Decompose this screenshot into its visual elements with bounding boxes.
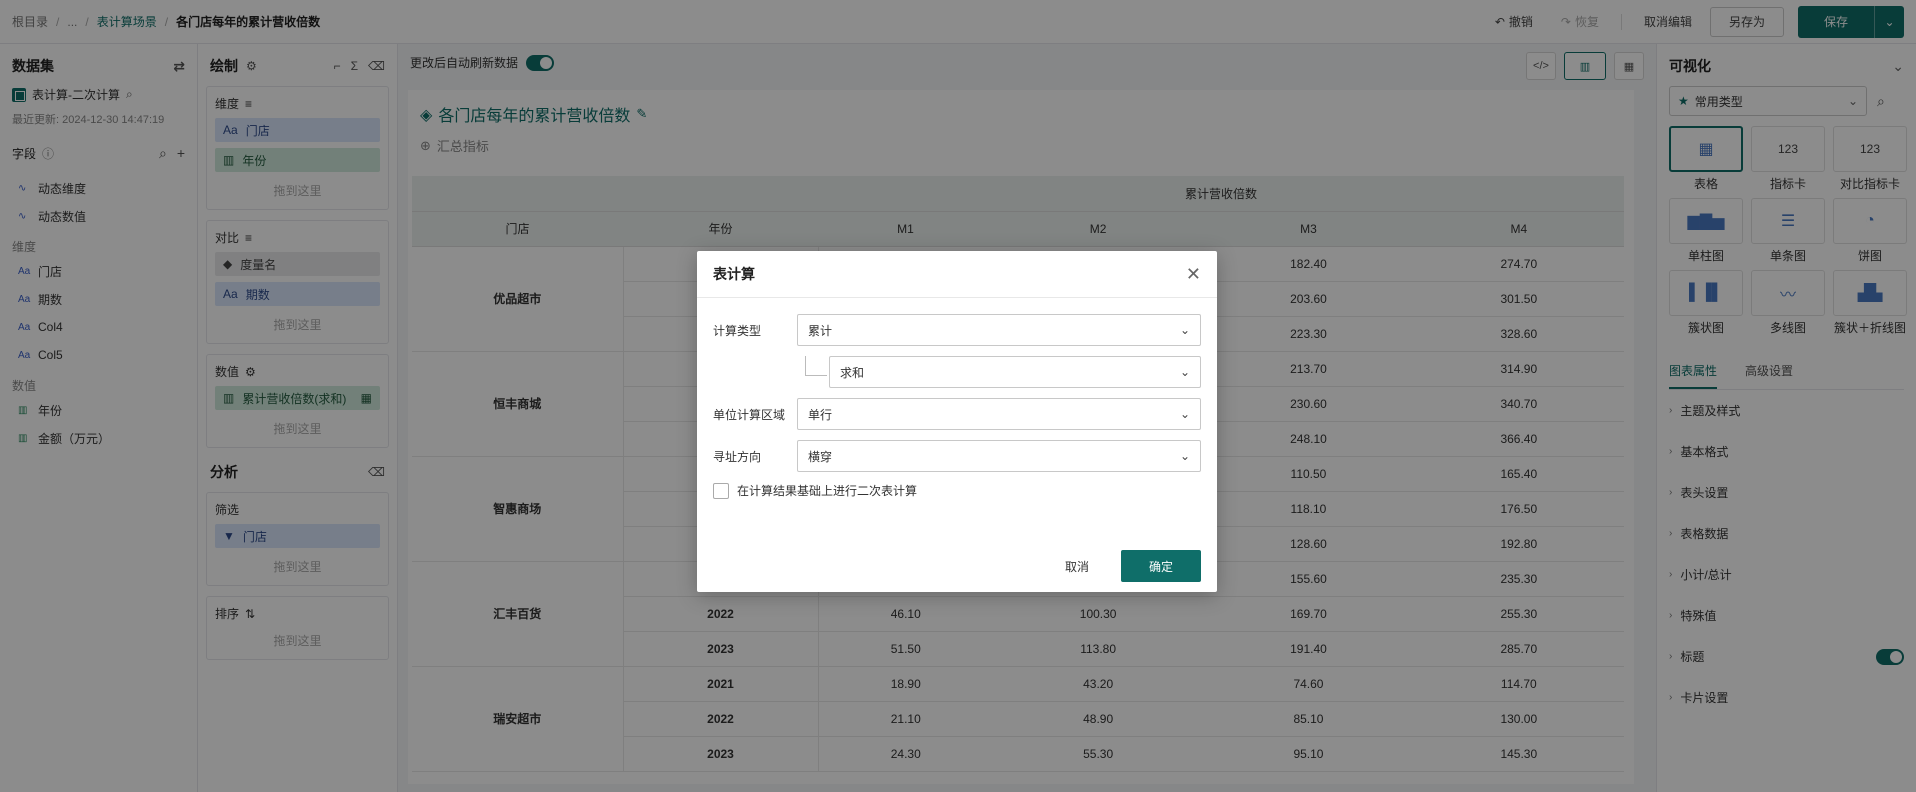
cancel-button[interactable]: 取消 xyxy=(1045,550,1109,582)
aggregation-value: 求和 xyxy=(840,365,865,380)
direction-label: 寻址方向 xyxy=(713,449,762,464)
secondary-calc-label: 在计算结果基础上进行二次表计算 xyxy=(737,484,918,498)
confirm-button[interactable]: 确定 xyxy=(1121,550,1201,582)
calc-type-select[interactable]: 累计 ⌄ xyxy=(797,314,1201,346)
unit-area-value: 单行 xyxy=(808,407,833,422)
aggregation-select[interactable]: 求和 ⌄ xyxy=(829,356,1201,388)
chevron-down-icon: ⌄ xyxy=(1179,407,1190,421)
tree-connector xyxy=(805,356,827,376)
chevron-down-icon: ⌄ xyxy=(1179,323,1190,337)
chevron-down-icon: ⌄ xyxy=(1179,449,1190,463)
unit-area-label: 单位计算区域 xyxy=(713,407,786,422)
direction-value: 横穿 xyxy=(808,449,833,464)
chevron-down-icon: ⌄ xyxy=(1179,365,1190,379)
direction-select[interactable]: 横穿 ⌄ xyxy=(797,440,1201,472)
table-calc-dialog: 表计算 ✕ 计算类型 累计 ⌄ 求和 ⌄ 单位计算区域 单行 ⌄ 寻址方向 横穿… xyxy=(697,251,1217,592)
unit-area-select[interactable]: 单行 ⌄ xyxy=(797,398,1201,430)
secondary-calc-checkbox[interactable] xyxy=(713,482,729,499)
calc-type-value: 累计 xyxy=(808,323,833,338)
close-icon[interactable]: ✕ xyxy=(1186,264,1201,285)
dialog-title: 表计算 xyxy=(713,266,755,282)
calc-type-label: 计算类型 xyxy=(713,323,762,338)
